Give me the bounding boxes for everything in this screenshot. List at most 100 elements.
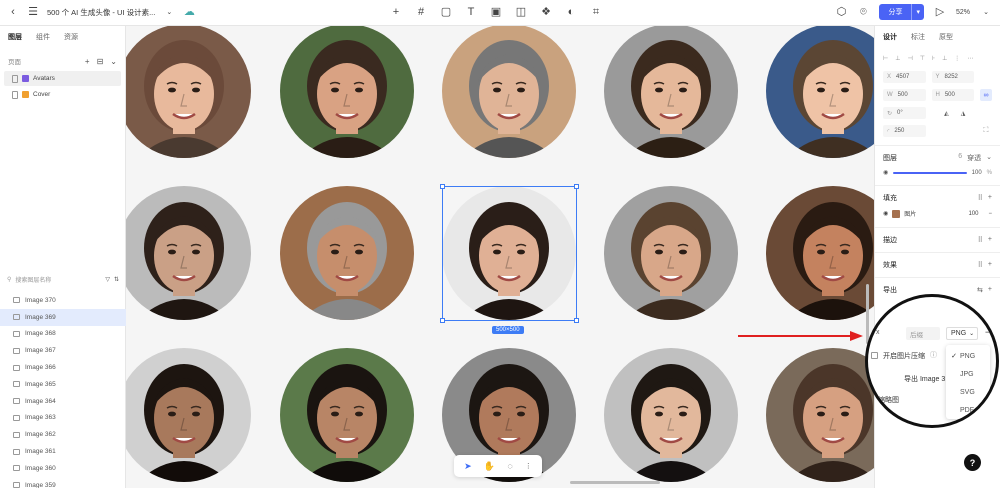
effect-style-icon[interactable]: ⠿ <box>978 261 983 269</box>
tab-design[interactable]: 设计 <box>883 32 897 42</box>
x-field[interactable]: X 4507 <box>883 71 926 83</box>
avatar-image[interactable] <box>442 26 576 158</box>
image-fill-swatch[interactable] <box>892 209 901 218</box>
add-effect-icon[interactable]: + <box>988 261 992 269</box>
more-icon[interactable]: ⋮ <box>525 462 532 470</box>
layer-item[interactable]: Image 363 <box>0 410 126 427</box>
avatar-image[interactable] <box>604 186 738 320</box>
avatar-image[interactable] <box>126 348 251 482</box>
layer-item[interactable]: Image 361 <box>0 443 126 460</box>
independent-corners-icon[interactable]: ⛶ <box>980 125 992 137</box>
avatar-image[interactable] <box>126 186 251 320</box>
page-list-icon[interactable]: ⊟ <box>97 57 104 66</box>
tab-prototype[interactable]: 原型 <box>939 32 953 42</box>
add-page-icon[interactable]: + <box>85 57 90 66</box>
align-left-icon[interactable]: ⊢ <box>883 55 888 62</box>
height-field[interactable]: H 500 <box>931 89 974 101</box>
blend-mode-select[interactable]: 穿透 <box>967 153 981 163</box>
add-fill-icon[interactable]: + <box>988 194 992 202</box>
frame-tool-icon[interactable]: # <box>415 6 427 18</box>
width-field[interactable]: W 500 <box>883 89 926 101</box>
search-input[interactable]: 搜索图层名称 <box>15 275 101 284</box>
format-option-png[interactable]: ✓ PNG <box>946 347 990 365</box>
resize-handle[interactable] <box>574 184 579 189</box>
format-option-jpg[interactable]: JPG <box>946 365 990 383</box>
distribute-h-icon[interactable]: ⋯ <box>967 55 973 62</box>
share-button[interactable]: 分享 ▾ <box>879 4 924 20</box>
avatar-image[interactable] <box>280 348 414 482</box>
horizontal-scrollbar[interactable] <box>570 481 660 484</box>
tab-layers[interactable]: 图层 <box>8 32 22 42</box>
align-bottom-icon[interactable]: ⊥ <box>942 55 947 62</box>
radius-field[interactable]: ◜ 250 <box>883 125 926 137</box>
page-item-avatars[interactable]: Avatars <box>4 71 121 86</box>
layer-item[interactable]: Image 368 <box>0 326 126 343</box>
avatar-image[interactable] <box>766 186 874 320</box>
add-export-icon[interactable]: + <box>988 286 992 294</box>
layer-item[interactable]: Image 367 <box>0 342 126 359</box>
distribute-icon[interactable]: ⋮ <box>954 55 960 62</box>
align-top-icon[interactable]: ⊤ <box>920 55 925 62</box>
eye-icon[interactable]: ◉ <box>883 169 888 176</box>
info-icon[interactable]: ⓘ <box>930 350 937 360</box>
canvas[interactable]: 500×500 ➤ ✋ ◌ ⋮ <box>126 26 874 488</box>
crop-tool-icon[interactable]: ⌗ <box>590 6 602 18</box>
location-pin-icon[interactable]: ⌾ <box>857 6 869 18</box>
avatar-image[interactable] <box>280 186 414 320</box>
format-select[interactable]: PNG ⌄ <box>946 327 978 340</box>
component-tool-icon[interactable]: ❖ <box>540 6 552 18</box>
align-hcenter-icon[interactable]: ⊥ <box>895 55 900 62</box>
chevron-down-icon[interactable]: ⌄ <box>986 153 992 163</box>
back-arrow-icon[interactable]: ‹ <box>7 7 19 19</box>
mask-tool-icon[interactable]: ◐ <box>565 6 577 18</box>
chevron-down-icon[interactable]: ⌄ <box>980 6 992 18</box>
hand-icon[interactable]: ✋ <box>484 461 495 472</box>
suffix-input[interactable]: 后缀 <box>906 327 940 340</box>
layer-item[interactable]: Image 359 <box>0 477 126 488</box>
avatar-image[interactable] <box>766 26 874 158</box>
rotation-field[interactable]: ↻ 0° <box>883 107 926 119</box>
text-tool-icon[interactable]: T <box>465 6 477 18</box>
avatar-image[interactable] <box>604 348 738 482</box>
tab-components[interactable]: 组件 <box>36 32 50 42</box>
resize-handle[interactable] <box>440 318 445 323</box>
add-stroke-icon[interactable]: + <box>988 236 992 244</box>
filter-icon[interactable]: ▽ <box>105 276 110 283</box>
remove-fill-icon[interactable]: − <box>982 211 992 217</box>
boolean-tool-icon[interactable]: ◫ <box>515 6 527 18</box>
avatar-image[interactable] <box>126 26 251 158</box>
tab-assets[interactable]: 资源 <box>64 32 78 42</box>
align-vcenter-icon[interactable]: ⊦ <box>932 55 935 62</box>
layer-item[interactable]: Image 362 <box>0 426 126 443</box>
layer-item[interactable]: Image 365 <box>0 376 126 393</box>
format-option-pdf[interactable]: PDF <box>946 401 990 419</box>
document-title[interactable]: 500 个 AI 生成头像 - UI 设计素... <box>47 7 155 18</box>
collapse-icon[interactable]: ⌄ <box>110 57 117 66</box>
compress-checkbox[interactable] <box>871 352 878 359</box>
zoom-level[interactable]: 52% <box>956 9 970 16</box>
layer-item[interactable]: Image 366 <box>0 359 126 376</box>
fill-opacity[interactable]: 100 <box>968 211 978 217</box>
image-tool-icon[interactable]: ▣ <box>490 6 502 18</box>
opacity-slider[interactable] <box>893 171 967 174</box>
remove-export-icon[interactable]: − <box>985 327 990 337</box>
flip-horizontal-icon[interactable]: ◭ <box>944 110 949 117</box>
sort-icon[interactable]: ⇅ <box>114 276 119 283</box>
eye-icon[interactable]: ◉ <box>883 210 888 217</box>
selection-box[interactable] <box>440 184 579 323</box>
format-option-svg[interactable]: SVG <box>946 383 990 401</box>
resize-handle[interactable] <box>574 318 579 323</box>
tab-annotate[interactable]: 标注 <box>911 32 925 42</box>
layer-item[interactable]: Image 369 <box>0 308 126 326</box>
help-button[interactable]: ? <box>964 454 981 471</box>
avatar-image[interactable] <box>604 26 738 158</box>
page-item-cover[interactable]: Cover <box>4 87 121 102</box>
menu-icon[interactable]: ☰ <box>27 7 39 19</box>
comment-icon[interactable]: ◌ <box>507 461 512 471</box>
layer-item[interactable]: Image 364 <box>0 393 126 410</box>
stroke-style-icon[interactable]: ⠿ <box>978 236 983 244</box>
layer-item[interactable]: Image 360 <box>0 460 126 477</box>
chevron-down-icon[interactable]: ⌄ <box>163 7 175 19</box>
share-dropdown-icon[interactable]: ▾ <box>911 4 924 20</box>
export-settings-icon[interactable]: ⇆ <box>977 286 983 294</box>
